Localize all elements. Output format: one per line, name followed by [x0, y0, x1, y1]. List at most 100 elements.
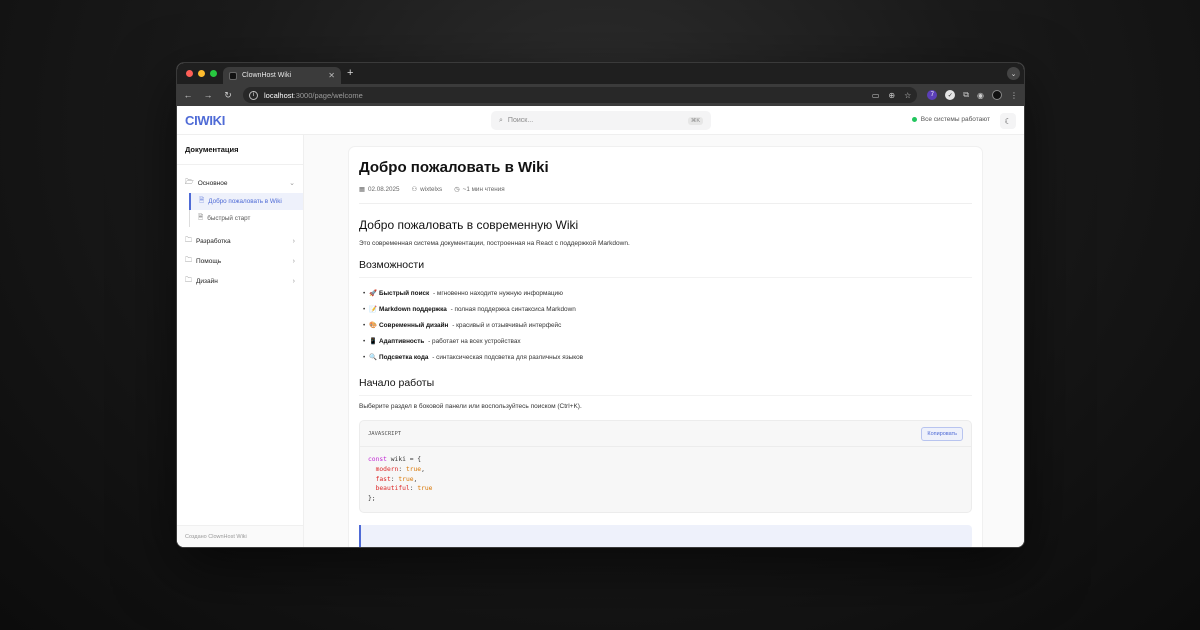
- sidebar-item-label: Разработка: [196, 237, 231, 245]
- tab-search-icon[interactable]: ⌄: [1007, 67, 1020, 80]
- callout-block: [359, 524, 972, 547]
- rocket-icon: 🚀: [369, 290, 378, 297]
- section-heading: Добро пожаловать в современную Wiki: [359, 218, 579, 232]
- article-author: wixtelxs: [420, 186, 443, 193]
- page-title: Добро пожаловать в Wiki: [359, 159, 549, 176]
- status-dot-icon: [911, 117, 917, 122]
- app-header: CIWIKI ⌕ Поиск... ⌘K Все системы работаю…: [177, 106, 1024, 135]
- maximize-window-button[interactable]: [210, 70, 217, 77]
- sidebar-item-pomosh[interactable]: 🗀 Помощь ›: [177, 251, 303, 271]
- url-path: :3000/page/welcome: [293, 90, 363, 100]
- features-list: 🚀 Быстрый поиск - мгновенно находите нуж…: [359, 285, 972, 365]
- chevron-right-icon: ›: [292, 257, 295, 265]
- sidebar-item-dizain[interactable]: 🗀 Дизайн ›: [177, 271, 303, 291]
- chevron-down-icon: ⌄: [289, 180, 295, 187]
- back-icon[interactable]: ←: [183, 90, 193, 100]
- sidebar-item-label: Дизайн: [196, 277, 218, 285]
- copy-button[interactable]: Копировать: [921, 426, 963, 441]
- main-content: Добро пожаловать в Wiki ▦ 02.08.2025 ⚇ wix…: [304, 135, 1024, 547]
- list-item: 🔍 Подсветка кода - синтаксическая подсве…: [359, 349, 972, 365]
- extensions-puzzle-icon[interactable]: ⧉: [963, 90, 969, 100]
- feature-text: - мгновенно находите нужную информацию: [433, 289, 563, 297]
- url-host: localhost: [264, 90, 294, 100]
- article-read-time: ~1 мин чтения: [462, 186, 505, 193]
- site-info-icon[interactable]: i: [249, 90, 258, 100]
- cast-icon[interactable]: ▭: [872, 91, 880, 100]
- address-bar[interactable]: i localhost:3000/page/welcome ▭ ⊕ ☆: [243, 87, 918, 103]
- search-input[interactable]: ⌕ Поиск... ⌘K: [491, 111, 711, 130]
- tab-title: ClownHost Wiki: [242, 72, 292, 79]
- bookmark-star-icon[interactable]: ☆: [904, 91, 911, 100]
- folder-open-icon: 🗁: [185, 178, 194, 186]
- forward-icon[interactable]: →: [203, 90, 213, 100]
- article-card: Добро пожаловать в Wiki ▦ 02.08.2025 ⚇ wix…: [349, 147, 982, 547]
- extension-green-icon[interactable]: ✓: [945, 90, 956, 100]
- status-text: Все системы работают: [920, 116, 990, 123]
- browser-window: ClownHost Wiki ✕ + ⌄ ← → ↻ i localhost:3…: [176, 62, 1025, 548]
- moon-icon: ☾: [1004, 116, 1012, 126]
- clock-icon: ◷: [454, 186, 460, 193]
- zoom-icon[interactable]: ⊕: [888, 91, 895, 100]
- list-item: 🎨 Современный дизайн - красивый и отзывч…: [359, 317, 972, 333]
- folder-icon: 🗀: [185, 276, 192, 284]
- code-content: const wiki = { modern: true, fast: true,…: [368, 456, 433, 503]
- avatar[interactable]: [992, 90, 1002, 100]
- user-icon: ⚇: [411, 186, 418, 193]
- search-shortcut: ⌘K: [687, 116, 703, 125]
- intro-text: Это современная система документации, по…: [359, 240, 630, 247]
- new-tab-button[interactable]: +: [347, 67, 353, 79]
- code-block: JAVASCRIPT Копировать const wiki = { mod…: [359, 420, 972, 513]
- favicon-icon: [229, 71, 237, 80]
- code-header: JAVASCRIPT Копировать: [360, 421, 971, 447]
- close-window-button[interactable]: [186, 70, 193, 77]
- calendar-icon: ▦: [359, 186, 365, 193]
- browser-tab[interactable]: ClownHost Wiki ✕: [223, 67, 341, 84]
- theme-toggle-button[interactable]: ☾: [1000, 113, 1016, 129]
- memo-icon: 📝: [369, 306, 378, 313]
- sidebar-title: Документация: [177, 135, 303, 165]
- logo[interactable]: CIWIKI: [185, 113, 225, 128]
- sidebar: Документация 🗁 Основное ⌄ 🗎 Добро пожало…: [177, 135, 304, 547]
- feature-title: Быстрый поиск: [379, 289, 430, 297]
- search-placeholder: Поиск...: [507, 117, 534, 124]
- sidebar-item-osnovnoe[interactable]: 🗁 Основное ⌄: [177, 173, 303, 193]
- magnifier-icon: 🔍: [369, 354, 378, 361]
- code-language: JAVASCRIPT: [368, 430, 402, 437]
- traffic-lights: [186, 70, 217, 77]
- feature-title: Адаптивность: [379, 337, 425, 345]
- list-item: 🚀 Быстрый поиск - мгновенно находите нуж…: [359, 285, 972, 301]
- feature-title: Markdown поддержка: [379, 305, 447, 313]
- reload-icon[interactable]: ↻: [223, 90, 233, 101]
- getting-started-heading: Начало работы: [359, 377, 972, 396]
- browser-menu-icon[interactable]: ⋮: [1010, 91, 1018, 100]
- file-icon: 🗎: [199, 197, 205, 204]
- list-item: 📱 Адаптивность - работает на всех устрой…: [359, 333, 972, 349]
- browser-toolbar: ← → ↻ i localhost:3000/page/welcome ▭ ⊕ …: [177, 84, 1024, 106]
- feature-title: Подсветка кода: [379, 353, 429, 361]
- feature-text: - работает на всех устройствах: [428, 337, 521, 345]
- folder-icon: 🗀: [185, 236, 192, 244]
- sidebar-item-quickstart[interactable]: 🗎 быстрый старт: [189, 210, 303, 227]
- sidebar-item-label: быстрый старт: [207, 215, 251, 222]
- phone-icon: 📱: [369, 338, 378, 345]
- extension-purple-icon[interactable]: 7: [927, 90, 938, 100]
- sidebar-nav: 🗁 Основное ⌄ 🗎 Добро пожаловать в Wiki 🗎…: [177, 165, 303, 299]
- sidebar-item-welcome[interactable]: 🗎 Добро пожаловать в Wiki: [189, 193, 303, 210]
- list-item: 📝 Markdown поддержка - полная поддержка …: [359, 301, 972, 317]
- sidebar-item-label: Помощь: [196, 257, 222, 265]
- article-meta: ▦ 02.08.2025 ⚇ wixtelxs ◷ ~1 мин чтения: [359, 186, 972, 204]
- chevron-right-icon: ›: [292, 277, 295, 285]
- sidebar-footer: Создано ClownHost Wiki: [177, 525, 303, 547]
- search-icon: ⌕: [499, 116, 503, 124]
- article-date: 02.08.2025: [367, 186, 400, 193]
- feature-text: - полная поддержка синтаксиса Markdown: [450, 305, 576, 313]
- sidebar-item-label: Добро пожаловать в Wiki: [208, 198, 282, 205]
- file-icon: 🗎: [198, 214, 204, 221]
- minimize-window-button[interactable]: [198, 70, 205, 77]
- features-heading: Возможности: [359, 259, 972, 278]
- sidebar-item-razrabotka[interactable]: 🗀 Разработка ›: [177, 231, 303, 251]
- profile-sync-icon[interactable]: ◉: [977, 91, 984, 100]
- feature-text: - синтаксическая подсветка для различных…: [432, 353, 584, 361]
- chevron-right-icon: ›: [292, 237, 295, 245]
- close-tab-icon[interactable]: ✕: [328, 71, 335, 80]
